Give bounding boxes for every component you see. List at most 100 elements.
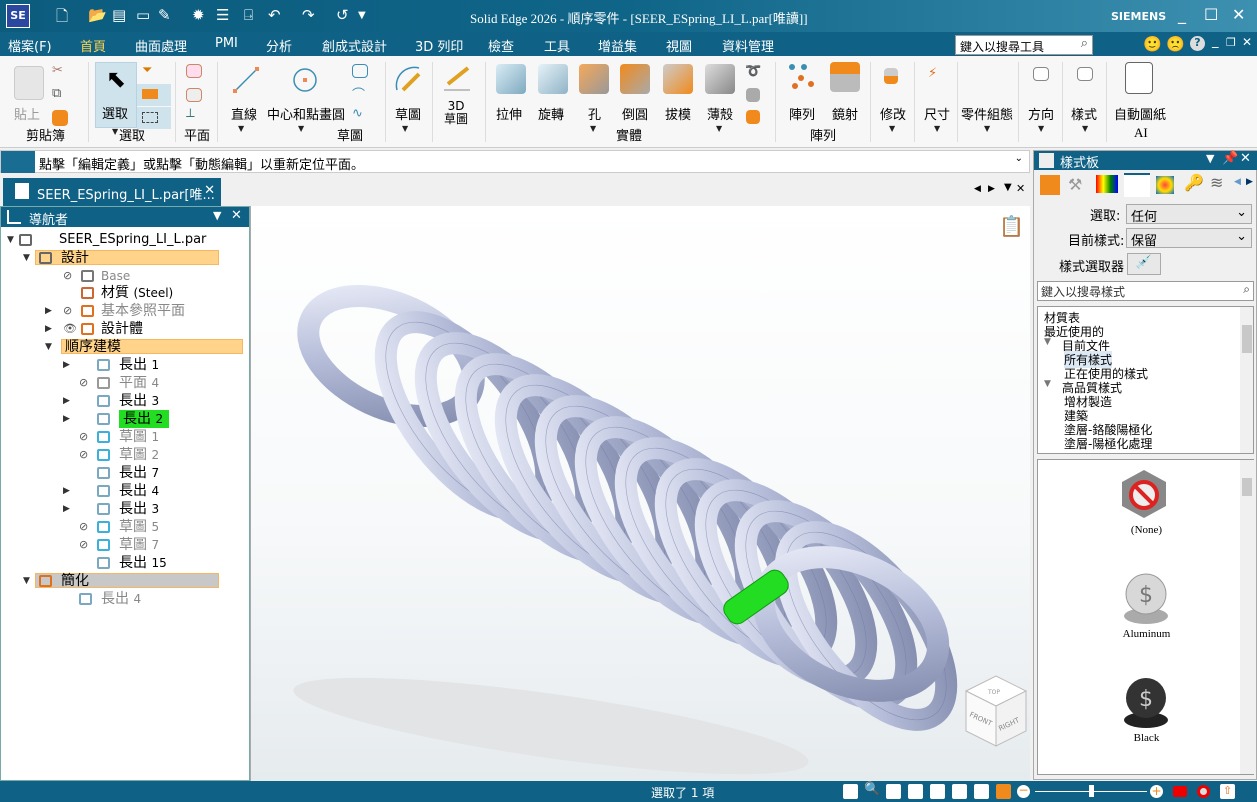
swatch-black-icon[interactable]: $ bbox=[1120, 672, 1172, 730]
prompt-expand-icon[interactable]: ⌄ bbox=[1015, 153, 1023, 164]
graphics-viewport[interactable]: TOP FRONT RIGHT 📋 bbox=[250, 206, 1030, 781]
circle-button[interactable]: 中心和點畫圓 bbox=[267, 104, 345, 123]
circle-icon[interactable] bbox=[291, 66, 319, 94]
tree-feature[interactable]: 長出 7 bbox=[1, 464, 249, 482]
swatch-none-label[interactable]: (None) bbox=[1038, 524, 1255, 536]
navigator-close-icon[interactable]: ✕ bbox=[231, 208, 242, 223]
pin-icon[interactable]: 📌 bbox=[1222, 151, 1238, 166]
tree-feature[interactable]: ⊘ 草圖 1 bbox=[1, 428, 249, 446]
youtube-icon[interactable] bbox=[1173, 786, 1187, 797]
tree-feature[interactable]: ▶ 長出 4 bbox=[1, 482, 249, 500]
round-icon[interactable] bbox=[620, 64, 650, 94]
app-logo[interactable]: SE bbox=[6, 4, 30, 28]
menu-tools[interactable]: 工具 bbox=[544, 36, 570, 55]
line-dropdown-icon[interactable]: ▼ bbox=[238, 124, 244, 133]
tab-heatmap-icon[interactable] bbox=[1156, 176, 1174, 194]
zoom-icon[interactable]: 🔍 bbox=[864, 782, 880, 797]
expand-icon[interactable]: ▶ bbox=[63, 410, 70, 428]
paste-special-icon[interactable] bbox=[52, 110, 68, 126]
expand-icon[interactable]: ▶ bbox=[63, 500, 70, 518]
circle-dropdown-icon[interactable]: ▼ bbox=[298, 124, 304, 133]
eye-hidden-icon[interactable]: ⊘ bbox=[79, 374, 88, 392]
exit-icon[interactable]: ⍈ bbox=[244, 6, 253, 24]
revolve-button[interactable]: 旋轉 bbox=[538, 104, 564, 123]
style-tree-scrollbar[interactable] bbox=[1240, 307, 1253, 453]
tab-scroll-left-icon[interactable]: ◀ bbox=[974, 184, 981, 194]
view-cube-top[interactable]: TOP bbox=[987, 689, 1000, 696]
hole-button[interactable]: 孔 bbox=[588, 104, 601, 123]
angled-plane-icon[interactable] bbox=[186, 88, 202, 102]
tree-design-body[interactable]: ▶ 👁 設計體 bbox=[1, 320, 249, 338]
thin-wall-icon[interactable] bbox=[705, 64, 735, 94]
eye-hidden-icon[interactable]: ⊘ bbox=[79, 446, 88, 464]
collapse-icon[interactable]: ▼ bbox=[23, 572, 30, 590]
open-icon[interactable]: 📂 bbox=[88, 6, 107, 24]
save-as-icon[interactable]: ✎ bbox=[158, 6, 171, 24]
copy-icon[interactable]: ⧉ bbox=[52, 86, 61, 101]
menu-data-mgmt[interactable]: 資料管理 bbox=[722, 36, 774, 55]
draft-button[interactable]: 拔模 bbox=[665, 104, 691, 123]
new-file-icon[interactable]: 🗋 bbox=[56, 6, 68, 31]
swatch-aluminum-label[interactable]: Aluminum bbox=[1038, 628, 1255, 640]
tree-feature[interactable]: ▶ 長出 3 bbox=[1, 392, 249, 410]
zoom-in-icon[interactable]: + bbox=[1150, 785, 1163, 798]
dimension-button[interactable]: 尺寸 bbox=[924, 104, 950, 123]
menu-3d-print[interactable]: 3D 列印 bbox=[415, 36, 463, 55]
3d-sketch-icon[interactable] bbox=[442, 64, 472, 94]
eye-icon[interactable]: 👁 bbox=[63, 320, 77, 338]
collapse-icon[interactable]: ▼ bbox=[45, 338, 52, 356]
zoom-slider-thumb[interactable] bbox=[1089, 785, 1094, 797]
expand-icon[interactable]: ▶ bbox=[63, 482, 70, 500]
search-icon[interactable]: ⌕ bbox=[1243, 282, 1250, 297]
eye-hidden-icon[interactable]: ⊘ bbox=[79, 536, 88, 554]
spring-model[interactable]: TOP FRONT RIGHT bbox=[251, 206, 1031, 781]
record-icon[interactable] bbox=[1197, 785, 1210, 798]
tree-ordered[interactable]: ▼ 順序建模 bbox=[1, 338, 249, 356]
round-button[interactable]: 倒圓 bbox=[622, 104, 648, 123]
menu-view[interactable]: 視圖 bbox=[666, 36, 692, 55]
tab-scroll-right-icon[interactable]: ▶ bbox=[988, 184, 995, 194]
tree-item-anodize[interactable]: 塗層-陽極化處理 bbox=[1064, 435, 1152, 452]
panel-close-icon[interactable]: ✕ bbox=[1240, 151, 1251, 166]
tab-layers-icon[interactable]: ≋ bbox=[1210, 173, 1223, 192]
add-body-icon[interactable] bbox=[746, 110, 760, 124]
tree-feature[interactable]: ▶ 長出 1 bbox=[1, 356, 249, 374]
cut-icon[interactable]: ✂ bbox=[52, 63, 63, 78]
extrude-button[interactable]: 拉伸 bbox=[496, 104, 522, 123]
style-dropdown-icon[interactable]: ▼ bbox=[1082, 124, 1088, 133]
line-button[interactable]: 直線 bbox=[231, 104, 257, 123]
thin-wall-button[interactable]: 薄殼 bbox=[707, 104, 733, 123]
menu-surfacing[interactable]: 曲面處理 bbox=[135, 36, 187, 55]
render-icon[interactable] bbox=[996, 784, 1011, 799]
menu-addins[interactable]: 增益集 bbox=[598, 36, 637, 55]
tree-feature[interactable]: ▶ 長出 2 bbox=[1, 410, 249, 428]
expand-icon[interactable]: ▼ bbox=[1044, 337, 1051, 347]
properties-icon[interactable]: ☰ bbox=[216, 6, 229, 24]
share-icon[interactable]: ⇧ bbox=[1220, 784, 1235, 799]
revolve-icon[interactable] bbox=[538, 64, 568, 94]
auto-drawing-button[interactable]: 自動圖紙 bbox=[1114, 104, 1166, 123]
document-tab[interactable]: SEER_ESpring_LI_L.par[唯... ✕ bbox=[3, 178, 221, 206]
paste-button[interactable]: 貼上 bbox=[14, 104, 40, 123]
zoom-out-icon[interactable]: − bbox=[1017, 784, 1030, 798]
tree-base[interactable]: ⊘ Base bbox=[1, 267, 249, 285]
frown-feedback-icon[interactable]: 🙁 bbox=[1166, 35, 1185, 53]
pattern-button[interactable]: 陣列 bbox=[789, 104, 815, 123]
extrude-icon[interactable] bbox=[496, 64, 526, 94]
pan-icon[interactable] bbox=[908, 784, 923, 799]
style-icon[interactable] bbox=[1077, 67, 1093, 81]
expand-icon[interactable]: ▼ bbox=[1044, 379, 1051, 389]
pattern-icon[interactable] bbox=[787, 62, 817, 92]
auto-drawing-icon[interactable] bbox=[1125, 62, 1153, 94]
swatch-aluminum-icon[interactable]: $ bbox=[1120, 568, 1172, 626]
modify-icon[interactable] bbox=[884, 68, 898, 84]
tab-tools-icon[interactable]: ⚒ bbox=[1068, 175, 1082, 194]
undo-icon[interactable]: ↶ bbox=[268, 6, 281, 24]
eye-hidden-icon[interactable]: ⊘ bbox=[63, 267, 72, 285]
tree-feature[interactable]: ⊘ 草圖 2 bbox=[1, 446, 249, 464]
select-filter-dropdown[interactable]: 任何 ⌄ bbox=[1126, 204, 1252, 225]
mirror-button[interactable]: 鏡射 bbox=[832, 104, 858, 123]
tab-scroll-left-icon[interactable]: ◀ bbox=[1234, 177, 1241, 187]
orient-dropdown-icon[interactable]: ▼ bbox=[1038, 124, 1044, 133]
menu-generative[interactable]: 創成式設計 bbox=[322, 36, 387, 55]
